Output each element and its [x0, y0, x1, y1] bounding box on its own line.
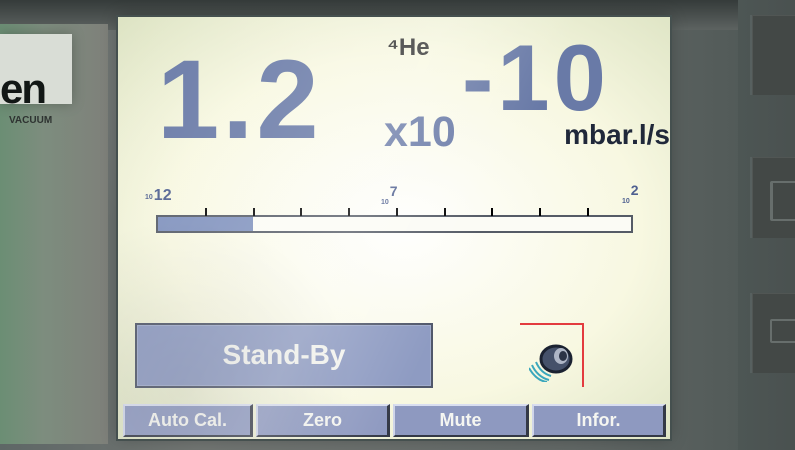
device-photo: en VACUUM ⁴He 1.2 x10 -10 mbar.l/s 1012 …: [0, 0, 795, 450]
scale-label-high: 102: [622, 182, 639, 210]
softkey-zero[interactable]: Zero: [256, 404, 390, 437]
bar-tick: [539, 208, 541, 216]
sound-indicator[interactable]: [520, 323, 584, 387]
scale-label-low-exponent: 12: [153, 187, 172, 204]
brand-mark: en: [0, 65, 47, 112]
leak-rate-unit: mbar.l/s: [564, 119, 670, 150]
scale-label-high-exponent: 2: [630, 182, 639, 198]
softkey-mute[interactable]: Mute: [393, 404, 529, 437]
bar-tick: [253, 208, 255, 216]
detector-screen: ⁴He 1.2 x10 -10 mbar.l/s 1012 107 102 St…: [118, 17, 670, 439]
stand-by-button[interactable]: Stand-By: [135, 323, 433, 388]
brand-label: en VACUUM: [0, 34, 72, 126]
bar-tick: [205, 208, 207, 216]
leak-rate-bar: [156, 208, 633, 233]
bar-tick: [491, 208, 493, 216]
scale-label-middle-base: 10: [381, 199, 389, 207]
bar-tick: [300, 208, 302, 216]
leak-rate-mantissa: 1.2: [157, 37, 322, 162]
side-button-bottom[interactable]: [750, 293, 795, 373]
leak-rate-exponent: -10: [462, 25, 610, 130]
softkey-infor[interactable]: Infor.: [532, 404, 666, 437]
scale-label-middle-exponent: 7: [389, 183, 398, 199]
speaker-icon: [529, 344, 573, 382]
scale-label-high-base: 10: [622, 198, 630, 206]
bar-tick: [396, 208, 398, 216]
bar-tick: [587, 208, 589, 216]
brand-subtitle: VACUUM: [9, 115, 53, 126]
softkey-auto-cal[interactable]: Auto Cal.: [123, 404, 253, 437]
window-icon: [770, 319, 795, 343]
side-button-middle[interactable]: [750, 157, 795, 238]
side-button-top[interactable]: [750, 15, 795, 95]
scale-label-low-base: 10: [145, 194, 153, 201]
bar-tick: [348, 208, 350, 216]
softkey-row: Auto Cal. Zero Mute Infor.: [123, 404, 666, 439]
leak-rate-bar-fill: [158, 217, 253, 231]
gas-label: ⁴He: [387, 34, 430, 61]
copy-icon: [770, 181, 795, 221]
scale-label-low: 1012: [145, 188, 172, 206]
bar-tick: [444, 208, 446, 216]
